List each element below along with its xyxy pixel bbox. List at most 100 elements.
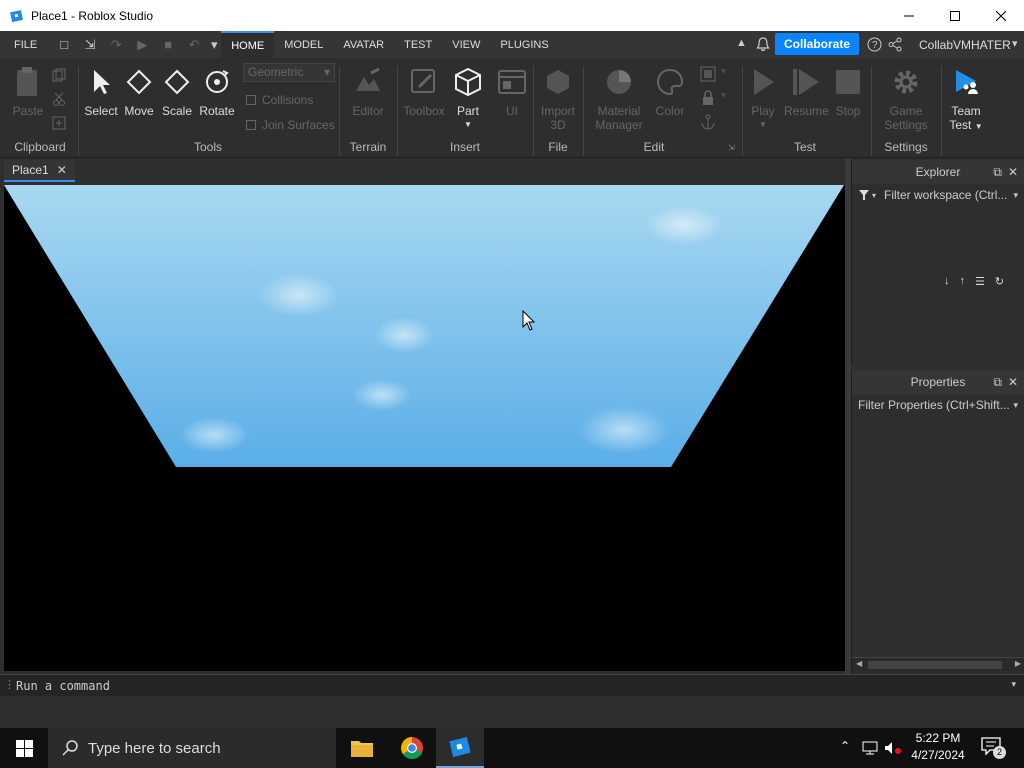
move-down-icon[interactable]: ↓ <box>944 275 950 288</box>
username-label[interactable]: CollabVMHATER <box>919 38 1011 52</box>
close-button[interactable] <box>978 0 1024 31</box>
paste-button[interactable]: Paste <box>10 66 46 118</box>
tab-model[interactable]: MODEL <box>274 31 333 58</box>
play-icon[interactable]: ▶ <box>129 31 155 58</box>
roblox-studio-logo-icon <box>10 9 23 22</box>
network-icon[interactable] <box>862 741 880 755</box>
tab-plugins[interactable]: PLUGINS <box>490 31 558 58</box>
scrollbar-thumb <box>868 661 1002 669</box>
list-view-icon[interactable]: ☰ <box>975 275 985 288</box>
scale-tool-button[interactable]: Scale <box>160 66 194 118</box>
drag-handle-icon[interactable]: ⋮ <box>4 678 15 691</box>
windows-start-icon[interactable] <box>16 740 33 757</box>
ui-button[interactable]: UI <box>494 66 530 118</box>
filter-options-chevron-icon[interactable]: ▾ <box>1013 400 1018 411</box>
tab-place1[interactable]: Place1 ✕ <box>4 160 75 182</box>
resume-button[interactable]: Resume <box>784 66 829 118</box>
lock-icon[interactable] <box>700 90 716 106</box>
redo-icon[interactable]: ↷ <box>103 31 129 58</box>
group-dropdown-chevron-icon[interactable]: ▾ <box>721 66 726 77</box>
undo-icon[interactable]: ↶ <box>181 31 207 58</box>
taskbar-roblox-studio[interactable] <box>436 728 484 768</box>
command-bar[interactable]: ⋮ Run a command ▾ <box>0 674 1024 696</box>
command-history-chevron-icon[interactable]: ▾ <box>1011 679 1016 690</box>
tab-view[interactable]: VIEW <box>442 31 490 58</box>
new-file-icon[interactable]: □ <box>51 31 77 58</box>
properties-filter[interactable]: Filter Properties (Ctrl+Shift... ▾ <box>852 394 1024 416</box>
collisions-toggle[interactable]: Collisions <box>246 93 313 107</box>
maximize-button[interactable] <box>932 0 978 31</box>
edit-settings-launcher-icon[interactable]: ⇲ <box>728 143 735 152</box>
publish-icon[interactable]: ⇲ <box>77 31 103 58</box>
copy-icon[interactable] <box>52 68 66 82</box>
stop-icon[interactable]: ■ <box>155 31 181 58</box>
3d-viewport[interactable] <box>4 185 845 671</box>
transform-mode-dropdown[interactable]: Geometric ▾ <box>243 63 335 82</box>
file-menu[interactable]: FILE <box>0 31 51 58</box>
team-test-dropdown-chevron-icon: ▼ <box>974 122 983 131</box>
properties-title: Properties <box>910 375 966 389</box>
rotate-icon <box>206 70 229 93</box>
volume-muted-icon[interactable] <box>884 741 902 755</box>
notification-bell-icon[interactable] <box>756 37 770 52</box>
share-icon[interactable] <box>888 37 902 52</box>
horizontal-scrollbar[interactable]: ◀ ▶ <box>852 657 1024 671</box>
group-label-settings: Settings <box>884 140 928 154</box>
tab-home[interactable]: HOME <box>221 31 275 58</box>
rotate-tool-button[interactable]: Rotate <box>198 66 236 118</box>
move-tool-button[interactable]: Move <box>122 66 156 118</box>
play-icon <box>754 69 774 95</box>
undock-icon[interactable]: ⧉ <box>993 375 1002 390</box>
show-hidden-icons-chevron-icon[interactable]: ⌃ <box>840 739 850 753</box>
taskbar-file-explorer[interactable] <box>338 728 386 768</box>
minimize-button[interactable] <box>886 0 932 31</box>
game-settings-button[interactable]: Game Settings <box>876 66 936 132</box>
team-test-button[interactable]: Team Test ▼ <box>946 66 986 134</box>
taskbar-clock[interactable]: 5:22 PM 4/27/2024 <box>908 730 968 764</box>
refresh-icon[interactable]: ↻ <box>995 275 1004 288</box>
group-label-insert: Insert <box>449 140 480 154</box>
user-menu-chevron-icon[interactable]: ▾ <box>1012 37 1018 50</box>
terrain-editor-button[interactable]: Editor <box>346 66 390 118</box>
taskbar-search-box[interactable]: Type here to search <box>48 728 336 768</box>
clock-date: 4/27/2024 <box>911 748 965 762</box>
undock-icon[interactable]: ⧉ <box>993 165 1002 180</box>
dropdown-chevron-icon: ▾ <box>323 65 330 79</box>
cut-icon[interactable] <box>52 92 66 106</box>
toolbox-button[interactable]: Toolbox <box>402 66 446 118</box>
ribbon-toolbar: Paste Clipboard Select Move Scale Rotate… <box>0 58 1024 158</box>
windows-taskbar: Type here to search ⌃ 5:22 PM 4/27/2024 … <box>0 728 1024 768</box>
explorer-filter[interactable]: ▾ Filter workspace (Ctrl... ▾ <box>852 184 1024 206</box>
taskbar-chrome[interactable] <box>388 728 436 768</box>
join-surfaces-toggle[interactable]: Join Surfaces <box>246 118 335 132</box>
play-button[interactable]: Play ▼ <box>746 66 780 129</box>
move-up-icon[interactable]: ↑ <box>960 275 966 288</box>
help-icon[interactable]: ? <box>867 37 882 52</box>
checkbox-icon <box>246 95 256 105</box>
part-button[interactable]: Part ▼ <box>450 66 486 129</box>
explorer-filter-text: Filter workspace (Ctrl... <box>884 188 1008 202</box>
color-button[interactable]: Color <box>650 66 690 118</box>
notification-center-button[interactable]: 2 <box>980 736 1008 760</box>
import-3d-button[interactable]: Import 3D <box>538 66 578 132</box>
command-input[interactable]: Run a command <box>16 679 110 693</box>
select-tool-button[interactable]: Select <box>84 66 118 118</box>
close-icon[interactable]: ✕ <box>1008 165 1018 180</box>
anchor-icon[interactable] <box>700 114 716 130</box>
collapse-ribbon-icon[interactable]: ▲ <box>736 37 747 49</box>
svg-text:?: ? <box>872 40 878 51</box>
filter-funnel-icon <box>859 190 869 200</box>
duplicate-icon[interactable] <box>52 116 66 130</box>
collaborate-button[interactable]: Collaborate <box>775 33 859 55</box>
customize-quick-access-icon[interactable]: ▾ <box>207 31 221 58</box>
close-icon[interactable]: ✕ <box>1008 375 1018 390</box>
group-icon[interactable] <box>700 66 716 82</box>
properties-filter-text: Filter Properties (Ctrl+Shift... <box>858 398 1010 412</box>
stop-button[interactable]: Stop <box>830 66 866 118</box>
lock-dropdown-chevron-icon[interactable]: ▾ <box>721 90 726 101</box>
material-manager-button[interactable]: Material Manager <box>592 66 646 132</box>
tab-avatar[interactable]: AVATAR <box>333 31 394 58</box>
filter-options-chevron-icon[interactable]: ▾ <box>1013 190 1018 201</box>
tab-test[interactable]: TEST <box>394 31 442 58</box>
close-tab-icon[interactable]: ✕ <box>57 163 67 177</box>
